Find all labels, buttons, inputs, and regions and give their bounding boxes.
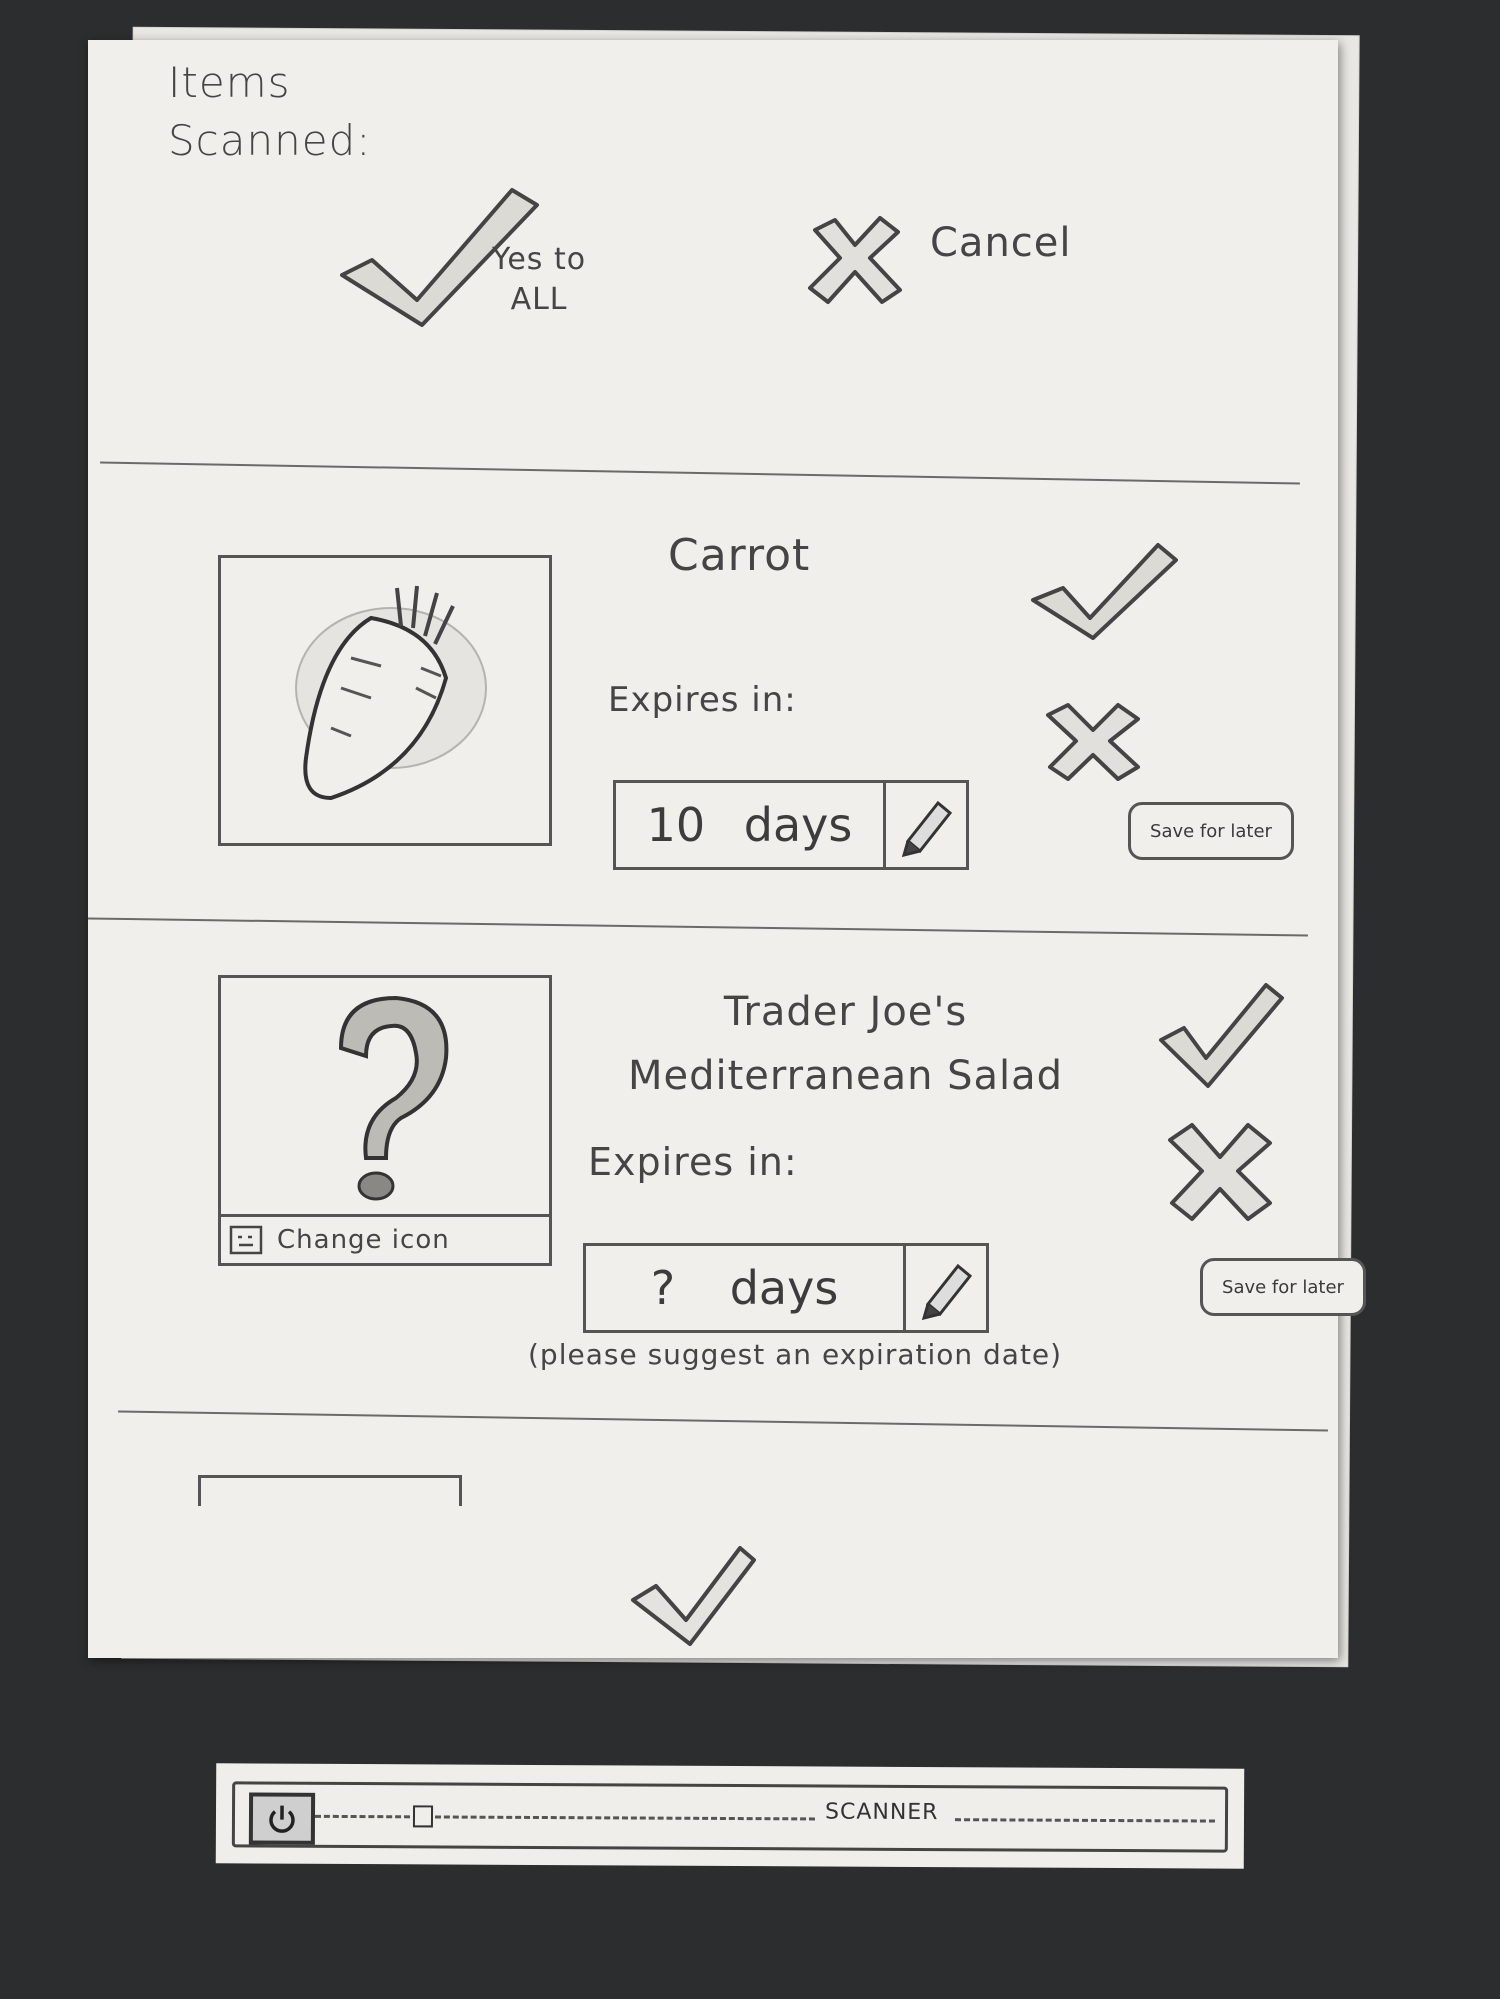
change-icon-button[interactable]: Change icon bbox=[221, 1214, 549, 1263]
carrot-icon bbox=[295, 585, 487, 801]
scanner-marker bbox=[412, 1805, 434, 1828]
edit-expiration-button[interactable] bbox=[883, 783, 966, 867]
edit-expiration-button[interactable] bbox=[903, 1246, 986, 1330]
yes-to-all-label: Yes to bbox=[492, 242, 587, 277]
cancel-label: Cancel bbox=[930, 220, 1072, 266]
accept-item-button[interactable] bbox=[1156, 980, 1286, 1090]
change-icon-label: Change icon bbox=[277, 1225, 450, 1255]
x-icon bbox=[808, 216, 902, 304]
save-for-later-button[interactable]: Save for later bbox=[1200, 1258, 1366, 1316]
image-icon bbox=[229, 1225, 263, 1255]
expires-label: Expires in: bbox=[608, 680, 797, 720]
item-name: Trader Joe's Mediterranean Salad bbox=[628, 989, 1064, 1099]
expires-label: Expires in: bbox=[588, 1140, 798, 1184]
question-mark-icon bbox=[338, 995, 449, 1201]
divider bbox=[118, 1410, 1328, 1432]
pencil-icon bbox=[901, 800, 953, 857]
power-icon bbox=[269, 1805, 295, 1833]
power-button[interactable] bbox=[248, 1792, 316, 1845]
expiration-field[interactable]: 10 days bbox=[613, 780, 969, 870]
expiration-value: 10 bbox=[646, 798, 706, 852]
pencil-icon bbox=[921, 1263, 973, 1320]
scanner-track bbox=[314, 1814, 410, 1819]
reject-item-button[interactable] bbox=[1038, 695, 1148, 785]
divider bbox=[100, 461, 1300, 485]
scanner-track bbox=[434, 1815, 815, 1821]
scanner-track bbox=[954, 1818, 1215, 1823]
expiration-unit: days bbox=[729, 1261, 839, 1315]
confirm-button[interactable] bbox=[628, 1540, 758, 1650]
scan-results-screen: Items Scanned: Yes to ALL Cancel Carrot … bbox=[88, 40, 1366, 1658]
scanner-bar: SCANNER bbox=[215, 1763, 1245, 1869]
expiration-hint: (please suggest an expiration date) bbox=[528, 1338, 1063, 1371]
list-item-partial bbox=[198, 1475, 462, 1506]
cancel-button[interactable]: Cancel bbox=[800, 210, 1160, 330]
scanner-label: SCANNER bbox=[824, 1799, 939, 1826]
divider bbox=[88, 917, 1308, 937]
reject-item-button[interactable] bbox=[1160, 1115, 1280, 1225]
item-image: Change icon bbox=[218, 975, 552, 1266]
item-image bbox=[218, 555, 552, 846]
item-name: Carrot bbox=[668, 530, 811, 581]
expiration-unit: days bbox=[743, 798, 853, 852]
accept-item-button[interactable] bbox=[1028, 540, 1178, 640]
expiration-value: ? bbox=[650, 1261, 676, 1315]
save-for-later-button[interactable]: Save for later bbox=[1128, 802, 1294, 860]
expiration-field[interactable]: ? days bbox=[583, 1243, 989, 1333]
page-title: Items Scanned: bbox=[168, 58, 372, 165]
yes-to-all-button[interactable]: Yes to ALL bbox=[332, 180, 632, 380]
